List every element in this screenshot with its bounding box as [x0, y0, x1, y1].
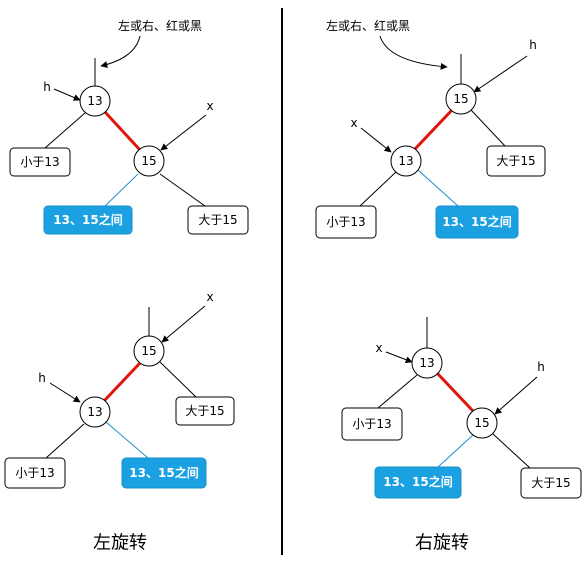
subtree-greater-label: 大于15	[496, 154, 535, 168]
edge-13-left	[377, 374, 418, 409]
pointer-h-label: h	[537, 360, 545, 374]
edge-15-left	[437, 434, 474, 468]
node-13-label: 13	[87, 94, 102, 108]
pointer-x-label: x	[350, 116, 357, 130]
color-annotation-label: 左或右、红或黑	[326, 18, 410, 33]
right-rotation-caption: 右旋转	[415, 533, 469, 554]
subtree-less-label: 小于13	[352, 417, 391, 431]
subtree-greater-label: 大于15	[185, 404, 224, 418]
pointer-x-arrow	[161, 305, 206, 343]
pointer-x-label: x	[375, 341, 382, 355]
edge-13-right	[417, 169, 459, 207]
subtree-between-label: 13、15之间	[383, 474, 452, 489]
bottom-left-tree: x h 15 13 大于15 小于13 13、15之间	[4, 290, 235, 489]
pointer-h-arrow	[494, 376, 538, 415]
pointer-h-arrow	[473, 55, 528, 93]
node-13-label: 13	[398, 154, 413, 168]
red-link	[413, 108, 454, 151]
edge-15-right	[159, 361, 197, 398]
subtree-greater-label: 大于15	[198, 213, 237, 227]
node-15-label: 15	[141, 154, 156, 168]
subtree-less-label: 小于13	[15, 466, 54, 480]
node-15-label: 15	[453, 92, 468, 106]
subtree-greater-label: 大于15	[531, 476, 570, 490]
top-left-tree: 左或右、红或黑 h x 13 15 小于13 13、15之间 大于15	[9, 18, 249, 235]
red-link	[103, 110, 142, 152]
node-15-label: 15	[141, 344, 156, 358]
left-rotation-caption: 左旋转	[93, 533, 147, 554]
edge-13-left	[359, 171, 397, 207]
pointer-x-arrow	[360, 127, 392, 153]
pointer-h-label: h	[38, 371, 46, 385]
subtree-between-label: 13、15之间	[129, 465, 198, 480]
subtree-less-label: 小于13	[20, 155, 59, 169]
pointer-h-label: h	[43, 80, 51, 94]
pointer-h-arrow	[53, 88, 81, 101]
red-link	[102, 361, 142, 403]
edge-13-right	[105, 421, 149, 459]
pointer-h-arrow	[49, 382, 81, 403]
pointer-x-arrow	[160, 114, 207, 151]
edge-13-left	[45, 423, 85, 459]
edge-15-right	[492, 433, 531, 469]
edge-15-right	[159, 173, 206, 207]
annotation-arrow	[100, 35, 141, 68]
subtree-between-label: 13、15之间	[53, 212, 122, 227]
edge-13-left	[44, 112, 86, 149]
pointer-h-label: h	[529, 38, 537, 52]
pointer-x-arrow	[385, 351, 413, 364]
edge-15-right	[470, 109, 506, 147]
edge-15-left	[104, 173, 139, 207]
top-right-tree: 左或右、红或黑 h x 15 13 大于15 小于13 13、15之间	[315, 18, 546, 239]
annotation-arrow	[379, 35, 448, 70]
color-annotation-label: 左或右、红或黑	[118, 18, 202, 33]
subtree-less-label: 小于13	[326, 215, 365, 229]
pointer-x-label: x	[206, 290, 213, 304]
bottom-right-tree: x h 13 15 小于13 13、15之间 大于15	[341, 317, 582, 499]
pointer-x-label: x	[206, 99, 213, 113]
node-13-label: 13	[419, 356, 434, 370]
red-link	[435, 371, 475, 413]
rotation-diagram: 左或右、红或黑 h x 13 15 小于13 13、15之间 大于15 x h	[4, 8, 582, 555]
node-15-label: 15	[474, 416, 489, 430]
subtree-between-label: 13、15之间	[442, 214, 511, 229]
node-13-label: 13	[87, 405, 102, 419]
